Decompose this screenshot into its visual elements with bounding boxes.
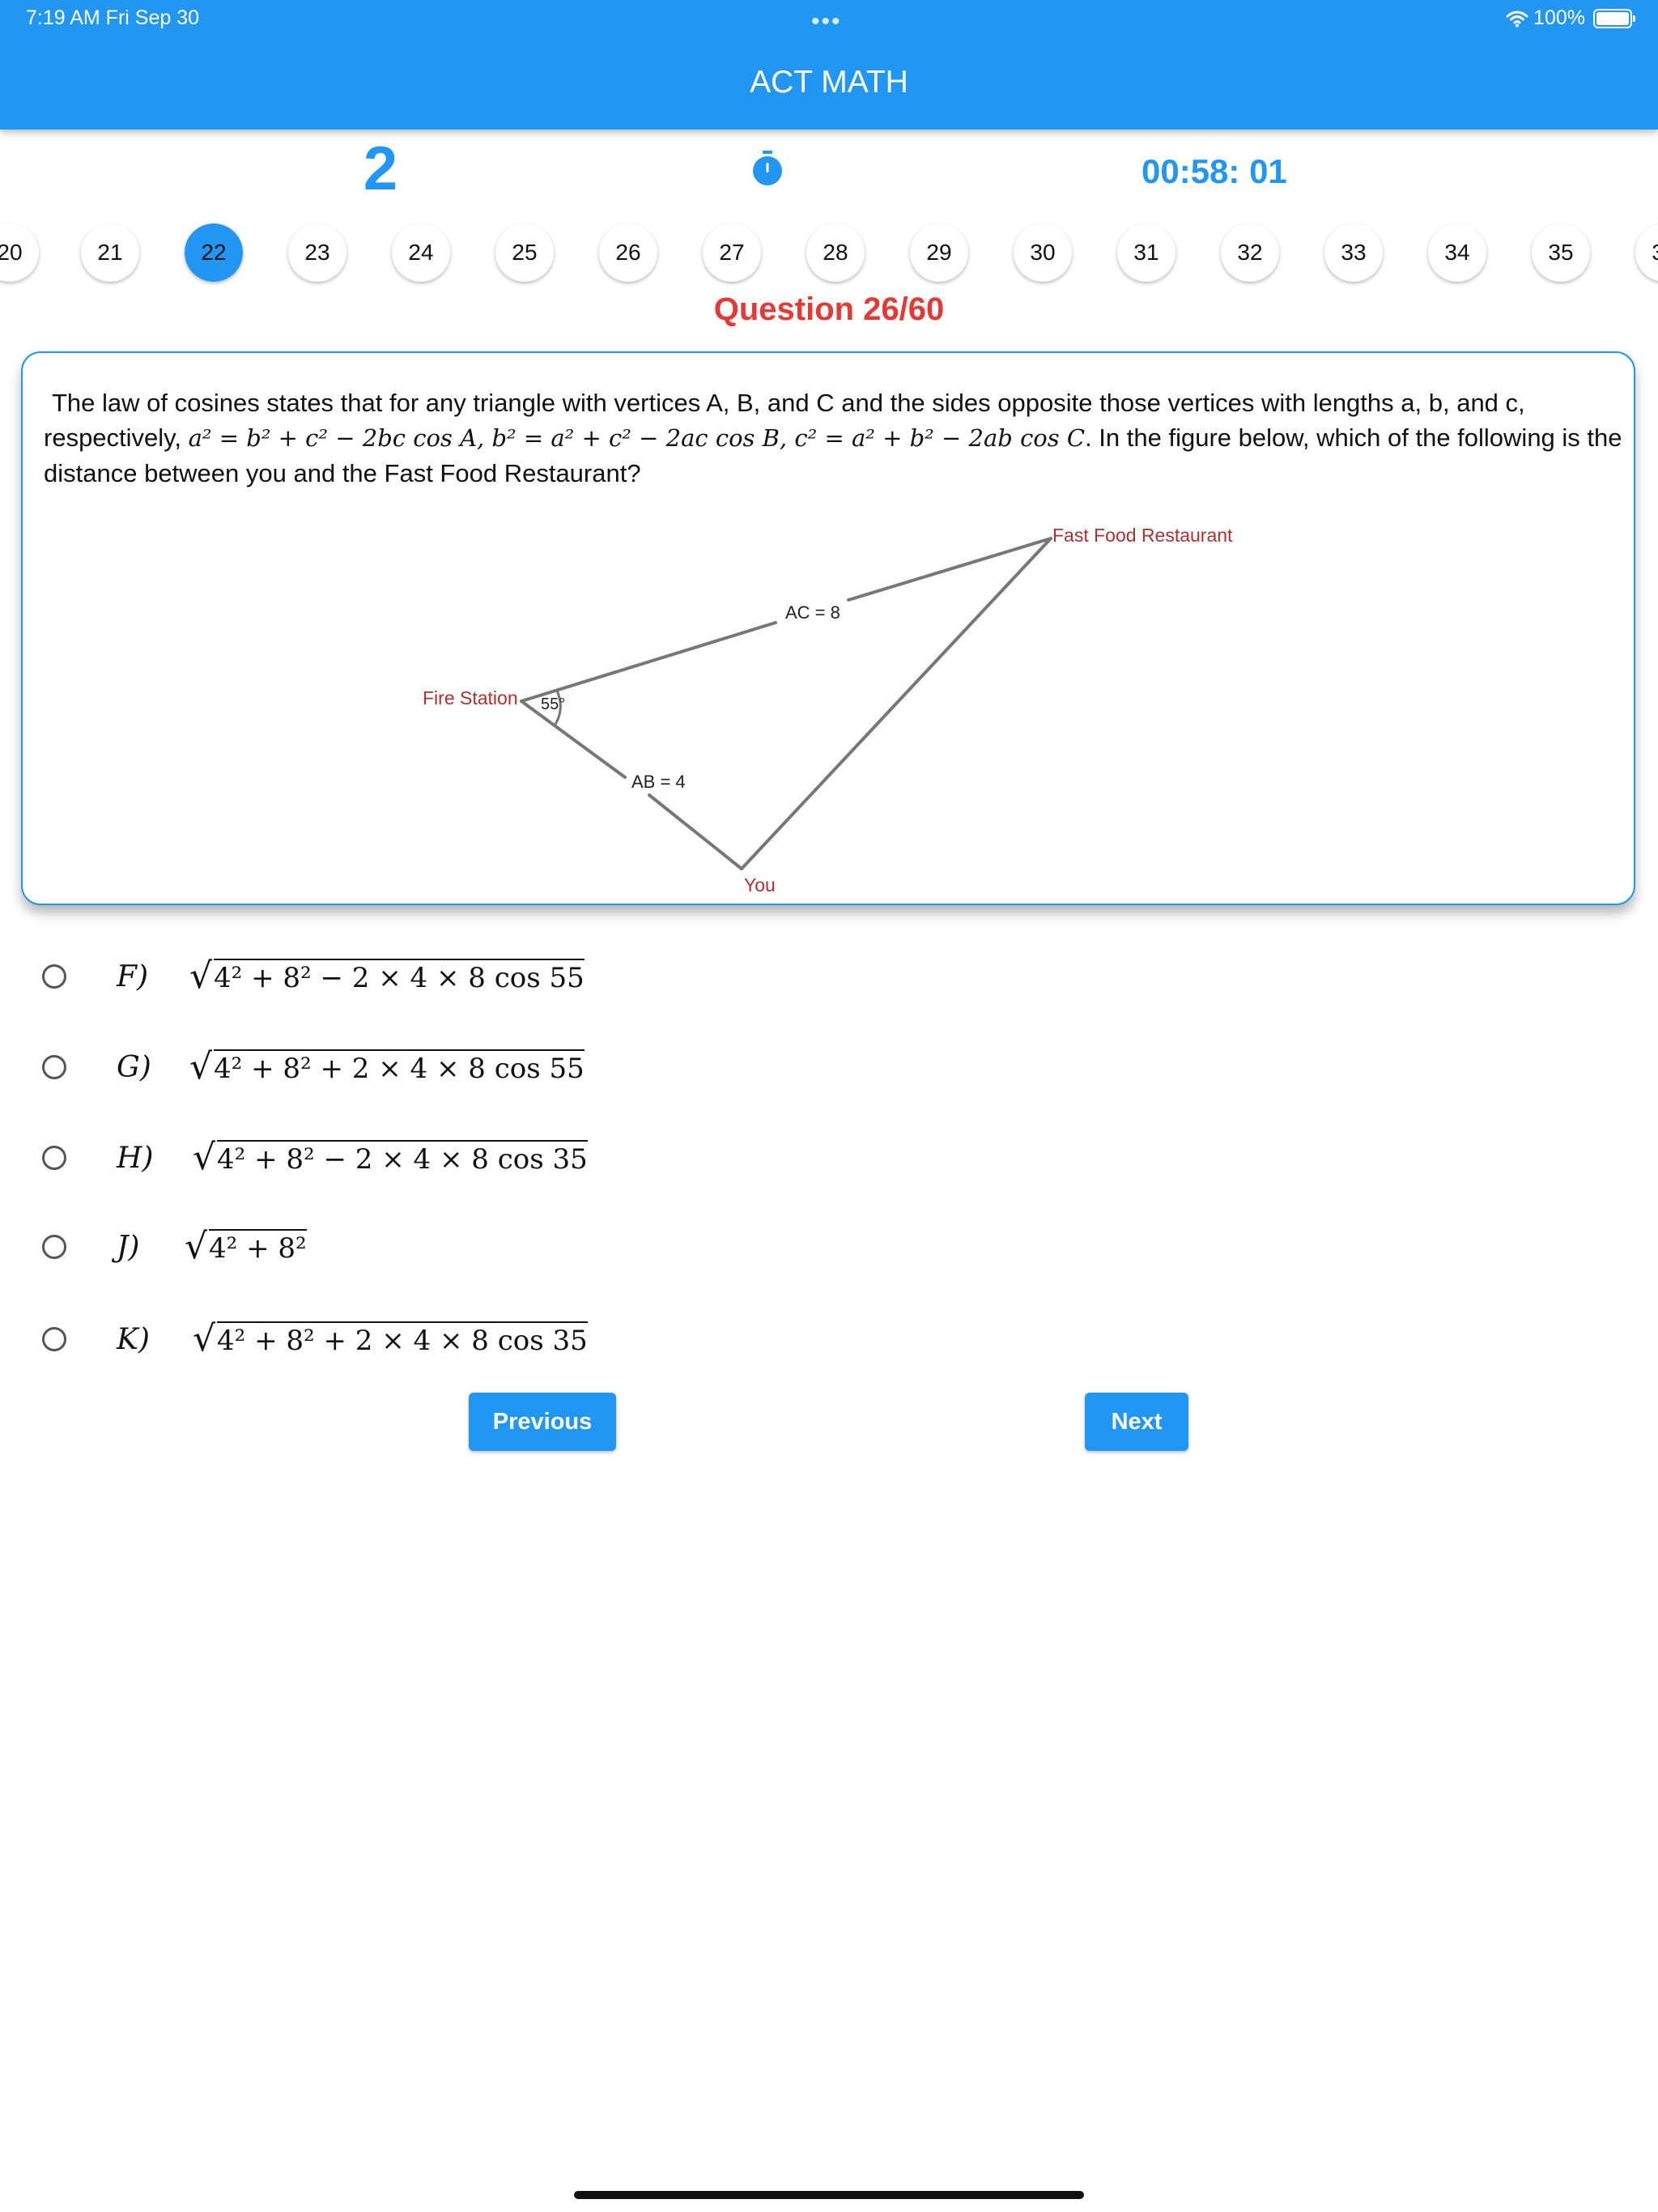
multitasking-dots[interactable]: ••• [811, 8, 842, 36]
square-root-icon: √ [193, 1137, 216, 1178]
square-root-icon: √ [193, 1318, 216, 1359]
question-number-button-active[interactable]: 22 [185, 223, 243, 282]
question-number-button[interactable]: 20 [0, 223, 39, 282]
answer-choice-g[interactable]: G) √ 4² + 8² + 2 × 4 × 8 cos 55 [42, 1041, 585, 1093]
choice-letter: K) [117, 1322, 150, 1356]
question-number-button[interactable]: 32 [1221, 223, 1279, 282]
countdown-timer: 00:58: 01 [1141, 152, 1287, 190]
choice-letter: F) [117, 959, 149, 993]
status-indicators: 100% [1506, 6, 1635, 30]
wifi-icon [1506, 11, 1528, 27]
radio-button[interactable] [42, 1055, 66, 1079]
radio-button[interactable] [42, 964, 66, 989]
answer-choice-j[interactable]: J) √ 4² + 8² [42, 1221, 307, 1273]
choice-radicand: 4² + 8² − 2 × 4 × 8 cos 55 [214, 959, 585, 994]
stopwatch-icon [753, 151, 782, 185]
ab-length-label: AB = 4 [631, 772, 686, 792]
score-value: 2 [363, 134, 398, 203]
choice-letter: G) [117, 1050, 151, 1084]
question-number-button[interactable]: 36 [1635, 223, 1658, 282]
question-counter: Question 26/60 [713, 291, 945, 327]
radio-button[interactable] [42, 1235, 66, 1259]
answer-choice-h[interactable]: H) √ 4² + 8² − 2 × 4 × 8 cos 35 [42, 1132, 588, 1184]
previous-button[interactable]: Previous [469, 1393, 616, 1451]
question-number-button[interactable]: 30 [1014, 223, 1072, 282]
status-time-date: 7:19 AM Fri Sep 30 [26, 6, 200, 29]
angle-label: 55° [541, 696, 565, 713]
app-bar: 7:19 AM Fri Sep 30 ••• 100% ACT MATH [0, 0, 1658, 130]
ac-length-label: AC = 8 [785, 602, 840, 623]
battery-icon [1593, 8, 1635, 28]
question-number-button[interactable]: 29 [910, 223, 968, 282]
question-number-button[interactable]: 31 [1117, 223, 1175, 282]
choice-expression: √ 4² + 8² − 2 × 4 × 8 cos 35 [193, 1140, 588, 1176]
choice-letter: J) [117, 1230, 140, 1264]
answer-choice-k[interactable]: K) √ 4² + 8² + 2 × 4 × 8 cos 35 [42, 1313, 588, 1365]
battery-percent: 100% [1533, 6, 1585, 29]
question-card: The law of cosines states that for any t… [21, 351, 1635, 905]
choice-expression: √ 4² + 8² + 2 × 4 × 8 cos 55 [189, 1049, 585, 1085]
choice-radicand: 4² + 8² − 2 × 4 × 8 cos 35 [217, 1140, 588, 1176]
choice-expression: √ 4² + 8² − 2 × 4 × 8 cos 55 [189, 959, 585, 994]
choice-radicand: 4² + 8² + 2 × 4 × 8 cos 35 [217, 1321, 588, 1357]
triangle-diagram: Fire Station Fast Food Restaurant You AC… [423, 525, 1233, 895]
question-number-button[interactable]: 24 [392, 223, 450, 282]
question-number-button[interactable]: 35 [1532, 223, 1590, 282]
square-root-icon: √ [185, 1226, 208, 1267]
home-indicator[interactable] [574, 2191, 1084, 2199]
restaurant-label: Fast Food Restaurant [1052, 525, 1233, 546]
question-number-button[interactable]: 26 [599, 223, 657, 282]
choice-radicand: 4² + 8² [209, 1229, 307, 1265]
square-root-icon: √ [189, 955, 213, 997]
you-label: You [744, 874, 776, 895]
square-root-icon: √ [189, 1046, 213, 1087]
page-title: ACT MATH [750, 65, 908, 100]
question-number-button[interactable]: 25 [495, 223, 554, 282]
choice-radicand: 4² + 8² + 2 × 4 × 8 cos 55 [214, 1049, 585, 1085]
choice-letter: H) [117, 1141, 154, 1175]
question-number-nav: 20 21 22 23 24 25 26 27 28 29 30 31 32 3… [0, 223, 1658, 282]
fire-station-label: Fire Station [423, 687, 518, 708]
choice-expression: √ 4² + 8² + 2 × 4 × 8 cos 35 [193, 1321, 588, 1357]
question-number-button[interactable]: 27 [703, 223, 761, 282]
radio-button[interactable] [42, 1146, 66, 1170]
question-number-button[interactable]: 23 [288, 223, 346, 282]
question-number-button[interactable]: 28 [806, 223, 865, 282]
question-number-button[interactable]: 34 [1428, 223, 1486, 282]
question-number-button[interactable]: 21 [81, 223, 139, 282]
choice-expression: √ 4² + 8² [185, 1229, 307, 1265]
next-button[interactable]: Next [1085, 1393, 1188, 1451]
question-number-button[interactable]: 33 [1324, 223, 1383, 282]
answer-choice-f[interactable]: F) √ 4² + 8² − 2 × 4 × 8 cos 55 [42, 951, 585, 1002]
radio-button[interactable] [42, 1327, 66, 1351]
